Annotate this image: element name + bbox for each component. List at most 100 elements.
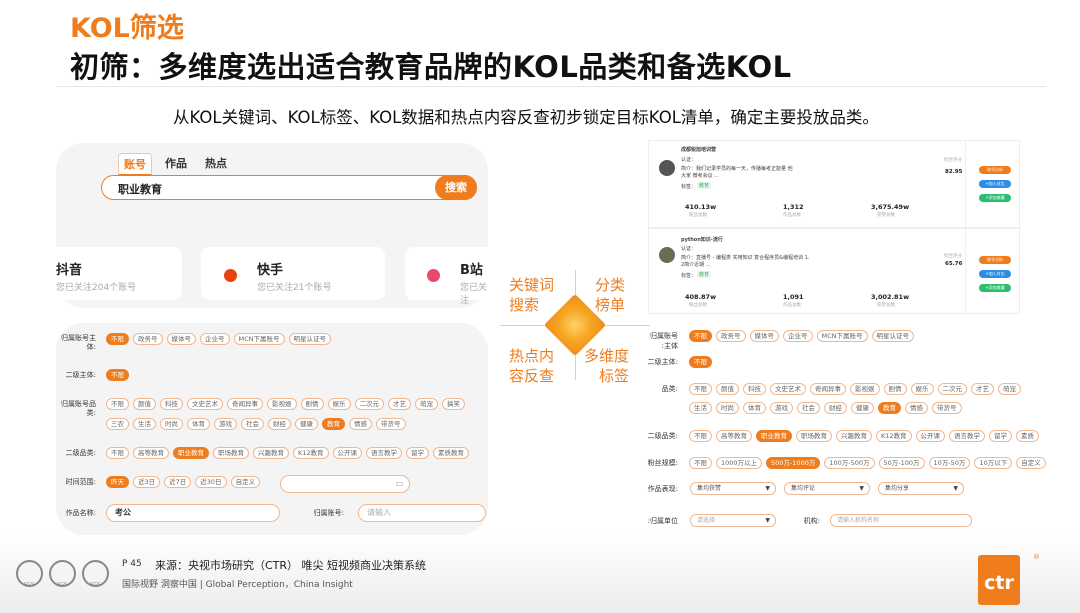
filter-tag[interactable]: 50万-100万 [878,457,925,469]
search-input[interactable]: 职业教育 搜索 [101,174,477,200]
filter-tag[interactable]: 剧情 [300,398,324,410]
filter-tag[interactable]: 高等教育 [133,447,169,459]
filter-tag[interactable]: 教育 [322,418,345,430]
performance-select[interactable]: 集均获赞 ▼ [690,482,776,495]
filter-tag[interactable]: 社会 [797,402,820,414]
filter-tag[interactable]: 科技 [743,383,766,395]
filter-tag[interactable]: 1000万以上 [716,457,763,469]
compare-button[interactable]: +加入对比 [979,270,1011,278]
filter-tag[interactable]: 10万-50万 [928,457,971,469]
filter-tag[interactable]: 体育 [743,402,766,414]
compare-button[interactable]: +加入对比 [979,180,1011,188]
filter-tag[interactable]: 公开课 [915,430,946,442]
analyze-button[interactable]: 账号分析 [979,256,1011,264]
filter-tag[interactable]: 不限 [689,356,712,368]
filter-tag[interactable]: 留学 [989,430,1013,442]
filter-tag[interactable]: 500万-1000万 [766,457,821,469]
filter-tag[interactable]: 公开课 [332,447,363,459]
filter-tag[interactable]: 生活 [689,402,712,414]
filter-tag[interactable]: MCN下属账号 [816,330,868,342]
filter-tag[interactable]: 二次元 [354,398,384,410]
filter-tag[interactable]: 教育 [878,402,901,414]
filter-tag[interactable]: 才艺 [388,398,411,410]
filter-tag[interactable]: 职场教育 [213,447,249,459]
filter-tag[interactable]: 不限 [106,447,129,459]
filter-tag[interactable]: 时尚 [716,402,739,414]
filter-tag[interactable]: 不限 [689,430,712,442]
filter-tag[interactable]: 自定义 [1016,457,1046,469]
filter-tag[interactable]: 奇闻异事 [810,383,846,395]
date-picker[interactable]: ▭ [280,475,410,493]
filter-tag[interactable]: 带货号 [376,418,406,430]
filter-tag[interactable]: MCN下属账号 [233,333,285,345]
org-input[interactable]: 请输入机构名称 [830,514,972,527]
filter-tag[interactable]: 近30日 [195,476,227,488]
platform-card-bilibili[interactable]: B站 您已关注 [405,247,488,306]
filter-tag[interactable]: 职业教育 [756,430,792,442]
filter-tag[interactable]: 奇闻异事 [227,398,263,410]
filter-tag[interactable]: 带货号 [932,402,962,414]
filter-tag[interactable]: 职业教育 [173,447,209,459]
filter-tag[interactable]: 明星认证号 [288,333,332,345]
filter-tag[interactable]: 政务号 [133,333,163,345]
tab-account[interactable]: 账号 [118,153,152,176]
filter-tag[interactable]: K12教育 [876,430,912,442]
filter-tag[interactable]: 不限 [106,398,129,410]
account-input[interactable]: 请输入 [358,504,486,522]
filter-tag[interactable]: 明星认证号 [871,330,915,342]
filter-tag[interactable]: 颜值 [133,398,156,410]
filter-tag[interactable]: 财经 [824,402,847,414]
filter-tag[interactable]: 萌宠 [415,398,438,410]
filter-tag[interactable]: 游戏 [770,402,793,414]
filter-tag[interactable]: 情感 [349,418,372,430]
filter-tag[interactable]: 媒体号 [749,330,779,342]
filter-tag[interactable]: 娱乐 [910,383,934,395]
analyze-button[interactable]: 账号分析 [979,166,1011,174]
filter-tag[interactable]: 游戏 [214,418,237,430]
filter-tag[interactable]: 昨天 [106,476,129,488]
filter-tag[interactable]: 近7日 [164,476,192,488]
filter-tag[interactable]: 体育 [187,418,210,430]
filter-tag[interactable]: 不限 [689,457,712,469]
work-name-input[interactable]: 考公 [106,504,280,522]
filter-tag[interactable]: 不限 [689,383,712,395]
filter-tag[interactable]: 100万-500万 [824,457,875,469]
filter-tag[interactable]: 职场教育 [796,430,832,442]
filter-tag[interactable]: 娱乐 [327,398,351,410]
filter-tag[interactable]: 社会 [241,418,264,430]
filter-tag[interactable]: 财经 [268,418,291,430]
filter-tag[interactable]: 留学 [406,447,430,459]
filter-tag[interactable]: 文史艺术 [770,383,806,395]
filter-tag[interactable]: K12教育 [293,447,329,459]
filter-tag[interactable]: 兴趣教育 [253,447,289,459]
filter-tag[interactable]: 语言教学 [366,447,403,459]
tab-hot[interactable]: 热点 [200,153,232,176]
filter-tag[interactable]: 企业号 [783,330,813,342]
filter-tag[interactable]: 健康 [295,418,318,430]
filter-tag[interactable]: 近3日 [133,476,161,488]
filter-tag[interactable]: 剧情 [883,383,907,395]
kol-result-card[interactable]: python知识-流行 认证： 简介：直播号 - 编程类 实用知识 复合程序员&… [648,228,1020,315]
filter-tag[interactable]: 才艺 [971,383,994,395]
kol-result-card[interactable]: 成都锐旭培训营 认证： 简介：我们记录学员的每一天，传播每考正能量 他 大家 微… [648,140,1020,229]
filter-tag[interactable]: 不限 [106,333,129,345]
filter-tag[interactable]: 时尚 [160,418,183,430]
filter-tag[interactable]: 高等教育 [716,430,752,442]
filter-tag[interactable]: 生活 [133,418,156,430]
filter-tag[interactable]: 三农 [106,418,129,430]
filter-tag[interactable]: 自定义 [230,476,261,488]
filter-tag[interactable]: 情感 [905,402,928,414]
performance-select[interactable]: 集均分享 ▼ [878,482,964,495]
unit-select[interactable]: 请选择 ▼ [690,514,776,527]
filter-tag[interactable]: 企业号 [200,333,230,345]
performance-select[interactable]: 集均评论 ▼ [784,482,870,495]
filter-tag[interactable]: 语言教学 [949,430,986,442]
filter-tag[interactable]: 文史艺术 [187,398,223,410]
filter-tag[interactable]: 素质教育 [433,447,470,459]
filter-tag[interactable]: 兴趣教育 [836,430,872,442]
filter-tag[interactable]: 影视娱 [267,398,297,410]
filter-tag[interactable]: 媒体号 [166,333,196,345]
filter-tag[interactable]: 科技 [160,398,183,410]
filter-tag[interactable]: 不限 [689,330,712,342]
filter-tag[interactable]: 10万以下 [974,457,1013,469]
